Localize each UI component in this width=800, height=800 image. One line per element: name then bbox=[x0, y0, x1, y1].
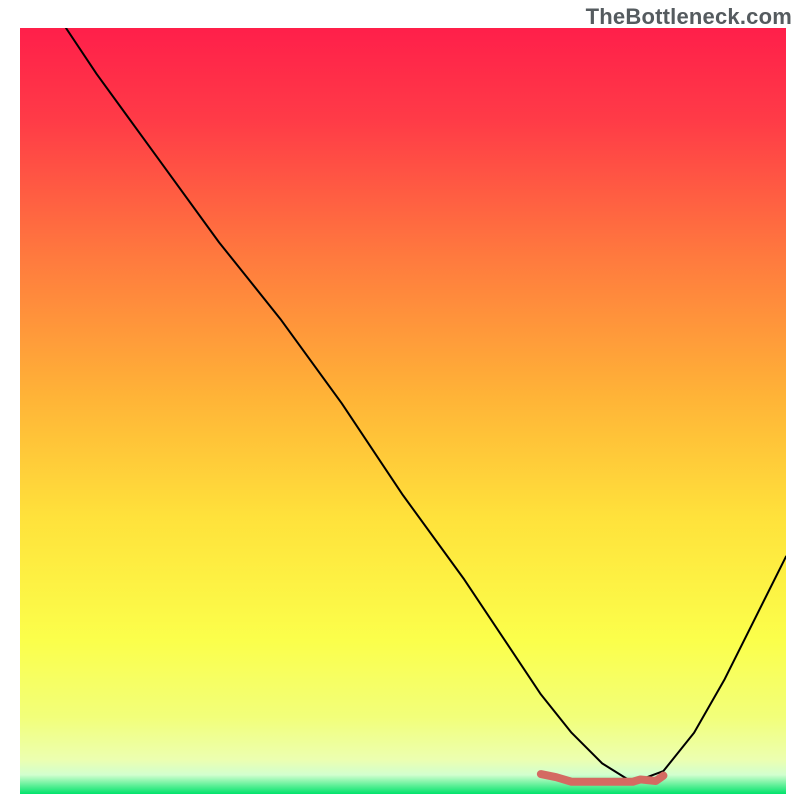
watermark-label: TheBottleneck.com bbox=[586, 4, 792, 30]
plot-area bbox=[20, 28, 786, 794]
background-gradient bbox=[20, 28, 786, 794]
chart-canvas: TheBottleneck.com bbox=[0, 0, 800, 800]
plot-svg bbox=[20, 28, 786, 794]
